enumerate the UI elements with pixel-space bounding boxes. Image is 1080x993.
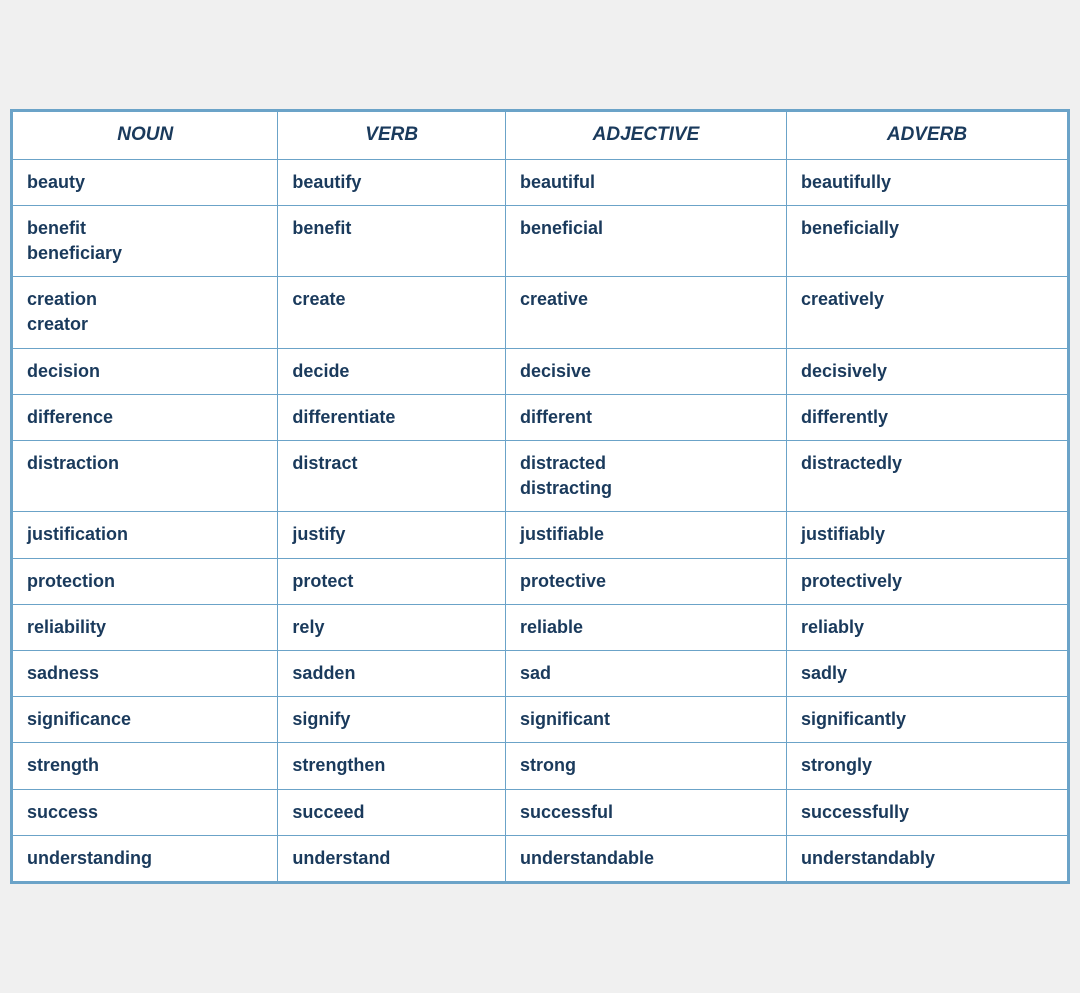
cell-verb-8: rely [278, 604, 506, 650]
cell-noun-3: decision [13, 348, 278, 394]
table-row: benefitbeneficiarybenefitbeneficialbenef… [13, 205, 1068, 276]
header-adverb: ADVERB [786, 112, 1067, 160]
cell-adjective-10: significant [505, 697, 786, 743]
cell-verb-2: create [278, 277, 506, 348]
table-row: successsucceedsuccessfulsuccessfully [13, 789, 1068, 835]
table-row: understandingunderstandunderstandableund… [13, 835, 1068, 881]
cell-verb-10: signify [278, 697, 506, 743]
cell-noun-12: success [13, 789, 278, 835]
cell-adjective-1: beneficial [505, 205, 786, 276]
cell-adjective-3: decisive [505, 348, 786, 394]
cell-adverb-5: distractedly [786, 441, 1067, 512]
cell-adverb-0: beautifully [786, 159, 1067, 205]
table-row: justificationjustifyjustifiablejustifiab… [13, 512, 1068, 558]
cell-adverb-2: creatively [786, 277, 1067, 348]
table-row: beautybeautifybeautifulbeautifully [13, 159, 1068, 205]
cell-verb-4: differentiate [278, 394, 506, 440]
cell-noun-13: understanding [13, 835, 278, 881]
cell-adverb-9: sadly [786, 650, 1067, 696]
cell-verb-13: understand [278, 835, 506, 881]
cell-adjective-5: distracteddistracting [505, 441, 786, 512]
cell-adverb-8: reliably [786, 604, 1067, 650]
cell-adjective-6: justifiable [505, 512, 786, 558]
cell-noun-5: distraction [13, 441, 278, 512]
cell-noun-4: difference [13, 394, 278, 440]
cell-noun-7: protection [13, 558, 278, 604]
cell-noun-0: beauty [13, 159, 278, 205]
table-row: differencedifferentiatedifferentdifferen… [13, 394, 1068, 440]
cell-adverb-6: justifiably [786, 512, 1067, 558]
cell-adverb-4: differently [786, 394, 1067, 440]
cell-adverb-3: decisively [786, 348, 1067, 394]
cell-verb-7: protect [278, 558, 506, 604]
cell-adjective-13: understandable [505, 835, 786, 881]
cell-verb-0: beautify [278, 159, 506, 205]
cell-verb-12: succeed [278, 789, 506, 835]
table-row: distractiondistractdistracteddistracting… [13, 441, 1068, 512]
cell-verb-9: sadden [278, 650, 506, 696]
table-row: significancesignifysignificantsignifican… [13, 697, 1068, 743]
cell-verb-1: benefit [278, 205, 506, 276]
word-forms-table-container: NOUN VERB ADJECTIVE ADVERB beautybeautif… [10, 109, 1070, 884]
table-row: strengthstrengthenstrongstrongly [13, 743, 1068, 789]
header-adjective: ADJECTIVE [505, 112, 786, 160]
word-forms-table: NOUN VERB ADJECTIVE ADVERB beautybeautif… [12, 111, 1068, 882]
cell-noun-11: strength [13, 743, 278, 789]
cell-adjective-7: protective [505, 558, 786, 604]
cell-adverb-12: successfully [786, 789, 1067, 835]
cell-noun-6: justification [13, 512, 278, 558]
cell-noun-10: significance [13, 697, 278, 743]
table-row: reliabilityrelyreliablereliably [13, 604, 1068, 650]
cell-adjective-0: beautiful [505, 159, 786, 205]
cell-adverb-13: understandably [786, 835, 1067, 881]
table-row: protectionprotectprotectiveprotectively [13, 558, 1068, 604]
cell-adjective-12: successful [505, 789, 786, 835]
cell-adverb-11: strongly [786, 743, 1067, 789]
cell-adverb-10: significantly [786, 697, 1067, 743]
cell-noun-8: reliability [13, 604, 278, 650]
table-row: decisiondecidedecisivedecisively [13, 348, 1068, 394]
cell-verb-11: strengthen [278, 743, 506, 789]
header-verb: VERB [278, 112, 506, 160]
header-noun: NOUN [13, 112, 278, 160]
table-row: sadnesssaddensadsadly [13, 650, 1068, 696]
cell-noun-9: sadness [13, 650, 278, 696]
cell-verb-6: justify [278, 512, 506, 558]
cell-adjective-11: strong [505, 743, 786, 789]
cell-verb-3: decide [278, 348, 506, 394]
cell-adverb-1: beneficially [786, 205, 1067, 276]
cell-adjective-4: different [505, 394, 786, 440]
cell-verb-5: distract [278, 441, 506, 512]
cell-noun-1: benefitbeneficiary [13, 205, 278, 276]
cell-adjective-9: sad [505, 650, 786, 696]
cell-adjective-8: reliable [505, 604, 786, 650]
table-header-row: NOUN VERB ADJECTIVE ADVERB [13, 112, 1068, 160]
cell-adverb-7: protectively [786, 558, 1067, 604]
table-row: creationcreatorcreatecreativecreatively [13, 277, 1068, 348]
cell-adjective-2: creative [505, 277, 786, 348]
cell-noun-2: creationcreator [13, 277, 278, 348]
